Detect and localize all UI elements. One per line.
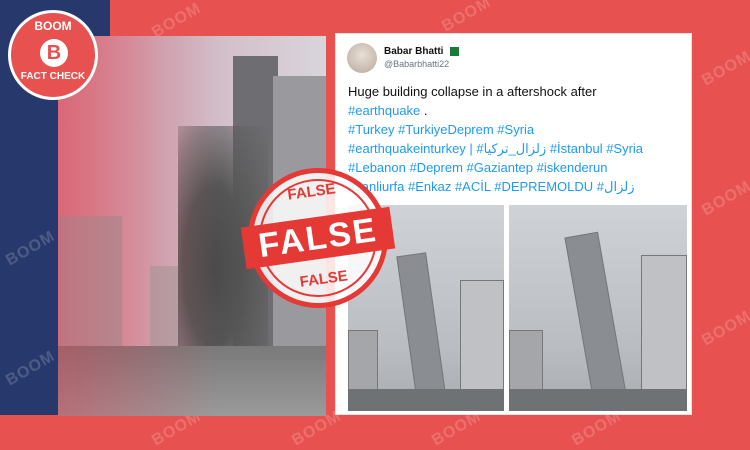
avatar[interactable] bbox=[347, 43, 377, 73]
author-name[interactable]: Babar Bhatti bbox=[384, 46, 443, 57]
logo-mark: B bbox=[40, 39, 68, 67]
logo-bottom-text: FACT CHECK bbox=[20, 71, 86, 82]
tweet-line: Huge building collapse in a aftershock a… bbox=[348, 84, 597, 99]
red-background-top bbox=[110, 0, 750, 30]
street bbox=[348, 389, 504, 411]
hashtag-link[interactable]: #earthquakeinturkey | #زلزال_تركيا #İsta… bbox=[348, 139, 683, 158]
street bbox=[509, 389, 687, 411]
hashtag-link[interactable]: #Turkey #TurkiyeDeprem #Syria bbox=[348, 120, 683, 139]
hashtag-link[interactable]: #earthquake bbox=[348, 103, 420, 118]
hashtag-link[interactable]: #şanliurfa #Enkaz #ACİL #DEPREMOLDU #زلز… bbox=[348, 177, 683, 196]
author-handle[interactable]: @Babarbhatti22 bbox=[384, 59, 449, 69]
watermark-text: BOOM bbox=[699, 177, 750, 220]
logo-top-text: BOOM bbox=[34, 19, 72, 33]
boom-fact-check-logo[interactable]: BOOM B FACT CHECK bbox=[8, 10, 98, 100]
building-shape bbox=[641, 255, 687, 411]
tweet-image-2[interactable] bbox=[509, 205, 687, 411]
hashtag-link[interactable]: #Lebanon #Deprem #Gaziantep #iskenderun bbox=[348, 158, 683, 177]
watermark-text: BOOM bbox=[699, 47, 750, 90]
tweet-text: Huge building collapse in a aftershock a… bbox=[348, 82, 683, 196]
red-background-bottom bbox=[0, 415, 750, 450]
watermark-text: BOOM bbox=[699, 307, 750, 350]
pakistan-flag-icon bbox=[447, 47, 460, 56]
